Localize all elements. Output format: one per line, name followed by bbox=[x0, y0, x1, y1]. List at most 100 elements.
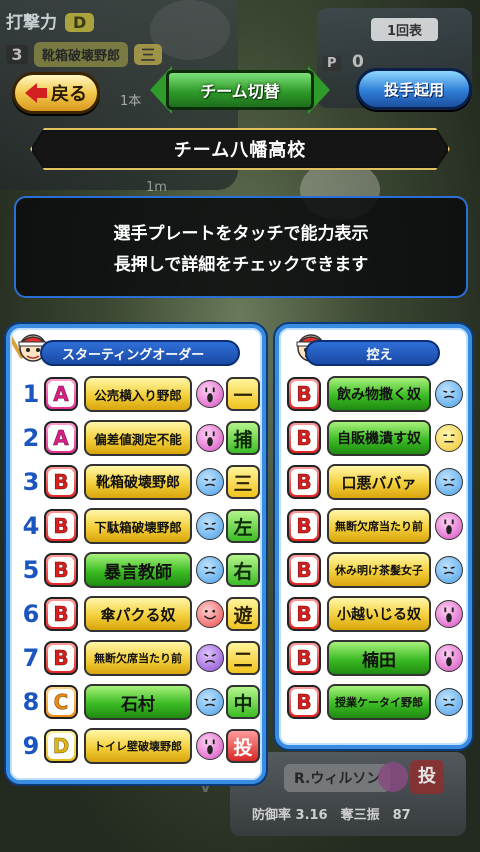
bench-player-row[interactable]: B 口悪ババァ bbox=[279, 462, 468, 502]
bench-player-row[interactable]: B 飲み物撒く奴 bbox=[279, 374, 468, 414]
player-rank-badge: B bbox=[44, 509, 78, 543]
batting-power-grade: D bbox=[65, 13, 95, 32]
face-shocked-icon bbox=[435, 600, 463, 628]
player-name-plate[interactable]: 靴箱破壊野郎 bbox=[84, 464, 192, 500]
starting-player-row[interactable]: 4 B 下駄箱破壊野郎左 bbox=[10, 506, 262, 546]
starting-player-row[interactable]: 9 D トイレ壁破壊野郎投 bbox=[10, 726, 262, 766]
player-rank-letter: A bbox=[48, 425, 74, 451]
player-rank-letter: B bbox=[291, 425, 317, 451]
player-name-plate[interactable]: 楠田 bbox=[327, 640, 431, 676]
player-name-plate[interactable]: 無断欠席当たり前 bbox=[84, 640, 192, 676]
player-position-badge: 二 bbox=[226, 641, 260, 675]
starting-player-row[interactable]: 3 B 靴箱破壊野郎三 bbox=[10, 462, 262, 502]
player-rank-letter: B bbox=[291, 601, 317, 627]
pitcher-change-label: 投手起用 bbox=[383, 80, 444, 99]
player-rank-letter: A bbox=[48, 381, 74, 407]
starting-player-row[interactable]: 6 B 傘パクる奴遊 bbox=[10, 594, 262, 634]
player-position-badge: 遊 bbox=[226, 597, 260, 631]
player-name-plate[interactable]: 小越いじる奴 bbox=[327, 596, 431, 632]
player-rank-badge: C bbox=[44, 685, 78, 719]
batting-order-number: 5 bbox=[22, 556, 40, 584]
player-name-plate[interactable]: 休み明け茶髪女子 bbox=[327, 552, 431, 588]
instruction-box: 選手プレートをタッチで能力表示 長押しで詳細をチェックできます bbox=[14, 196, 468, 298]
player-rank-letter: B bbox=[291, 557, 317, 583]
player-name-plate[interactable]: 公売横入り野郎 bbox=[84, 376, 192, 412]
player-name-plate[interactable]: トイレ壁破壊野郎 bbox=[84, 728, 192, 764]
opponent-pitcher-position: 投 bbox=[410, 760, 444, 794]
face-shocked-icon bbox=[435, 644, 463, 672]
player-name-plate[interactable]: 自販機潰す奴 bbox=[327, 420, 431, 456]
player-position-badge: 左 bbox=[226, 509, 260, 543]
batting-power: 打撃力 D bbox=[6, 8, 95, 33]
opponent-pitcher-name: R.ウィルソン bbox=[284, 764, 391, 792]
opponent-pitcher-face-icon bbox=[378, 762, 408, 792]
back-button[interactable]: 戻る bbox=[12, 72, 100, 114]
batting-power-label: 打撃力 bbox=[6, 13, 57, 33]
batting-order-number: 3 bbox=[22, 468, 40, 496]
player-name-plate[interactable]: 暴言教師 bbox=[84, 552, 192, 588]
player-name-plate[interactable]: 傘パクる奴 bbox=[84, 596, 192, 632]
player-rank-letter: B bbox=[48, 601, 74, 627]
instruction-line-2: 長押しで詳細をチェックできます bbox=[113, 255, 369, 275]
player-rank-badge: B bbox=[44, 597, 78, 631]
team-name-bar: チーム八幡高校 bbox=[33, 131, 447, 167]
bench-player-row[interactable]: B 無断欠席当たり前 bbox=[279, 506, 468, 546]
starting-player-row[interactable]: 5 B 暴言教師右 bbox=[10, 550, 262, 590]
player-name-plate[interactable]: 口悪ババァ bbox=[327, 464, 431, 500]
batting-order-number: 6 bbox=[22, 600, 40, 628]
player-rank-badge: B bbox=[287, 553, 321, 587]
back-button-label: 戻る bbox=[51, 84, 87, 105]
player-rank-letter: B bbox=[48, 645, 74, 671]
player-rank-letter: B bbox=[48, 513, 74, 539]
bench-player-row[interactable]: B 楠田 bbox=[279, 638, 468, 678]
bench-player-row[interactable]: B 小越いじる奴 bbox=[279, 594, 468, 634]
starting-player-row[interactable]: 7 B 無断欠席当たり前二 bbox=[10, 638, 262, 678]
player-rank-letter: B bbox=[291, 469, 317, 495]
bench-panel: 控え B 飲み物撒く奴 B 自販機潰す奴 B 口悪ババァ B 無断欠席当たり前 B 休み明け茶髪女… bbox=[275, 324, 472, 749]
player-name-plate[interactable]: 石村 bbox=[84, 684, 192, 720]
face-sad-icon bbox=[435, 468, 463, 496]
player-name-plate[interactable]: 下駄箱破壊野郎 bbox=[84, 508, 192, 544]
player-rank-letter: B bbox=[48, 469, 74, 495]
face-neutral-icon bbox=[435, 424, 463, 452]
player-rank-letter: D bbox=[48, 733, 74, 759]
bench-player-row[interactable]: B 自販機潰す奴 bbox=[279, 418, 468, 458]
batting-order-number: 7 bbox=[22, 644, 40, 672]
player-name-plate[interactable]: 飲み物撒く奴 bbox=[327, 376, 431, 412]
player-rank-badge: B bbox=[287, 641, 321, 675]
current-batter-row: 3 靴箱破壊野郎 三 bbox=[6, 42, 163, 67]
player-name-plate[interactable]: 偏差値測定不能 bbox=[84, 420, 192, 456]
player-rank-badge: B bbox=[287, 465, 321, 499]
starting-player-row[interactable]: 8 C 石村中 bbox=[10, 682, 262, 722]
player-position-badge: 捕 bbox=[226, 421, 260, 455]
player-position-badge: 投 bbox=[226, 729, 260, 763]
pitcher-change-button[interactable]: 投手起用 bbox=[356, 68, 472, 110]
pitcher-stats: 防御率 3.16 奪三振 87 bbox=[252, 808, 411, 823]
player-rank-letter: B bbox=[48, 557, 74, 583]
player-rank-badge: B bbox=[44, 465, 78, 499]
player-rank-badge: B bbox=[287, 377, 321, 411]
player-name-plate[interactable]: 無断欠席当たり前 bbox=[327, 508, 431, 544]
current-batter-number: 3 bbox=[6, 45, 28, 64]
bench-player-row[interactable]: B 授業ケータイ野郎 bbox=[279, 682, 468, 722]
player-position-badge: 三 bbox=[226, 465, 260, 499]
face-sad-icon bbox=[196, 468, 224, 496]
batting-order-number: 4 bbox=[22, 512, 40, 540]
face-sad-icon bbox=[435, 556, 463, 584]
bench-player-row[interactable]: B 休み明け茶髪女子 bbox=[279, 550, 468, 590]
player-position-badge: 中 bbox=[226, 685, 260, 719]
current-batter-position: 三 bbox=[134, 44, 163, 65]
starting-player-row[interactable]: 2 A 偏差値測定不能捕 bbox=[10, 418, 262, 458]
team-switch-button[interactable]: チーム切替 bbox=[150, 66, 330, 114]
player-position-badge: 右 bbox=[226, 553, 260, 587]
player-rank-badge: A bbox=[44, 377, 78, 411]
player-rank-letter: B bbox=[291, 381, 317, 407]
player-position-badge: 一 bbox=[226, 377, 260, 411]
face-sad-icon bbox=[435, 688, 463, 716]
face-sad-icon bbox=[435, 380, 463, 408]
player-rank-letter: B bbox=[291, 689, 317, 715]
starting-player-row[interactable]: 1 A 公売横入り野郎一 bbox=[10, 374, 262, 414]
player-name-plate[interactable]: 授業ケータイ野郎 bbox=[327, 684, 431, 720]
face-shocked-icon bbox=[196, 380, 224, 408]
starting-order-panel: スターティングオーダー 1 A 公売横入り野郎一 2 A 偏差値測定不能捕 3 B 靴箱破壊野郎… bbox=[6, 324, 266, 784]
